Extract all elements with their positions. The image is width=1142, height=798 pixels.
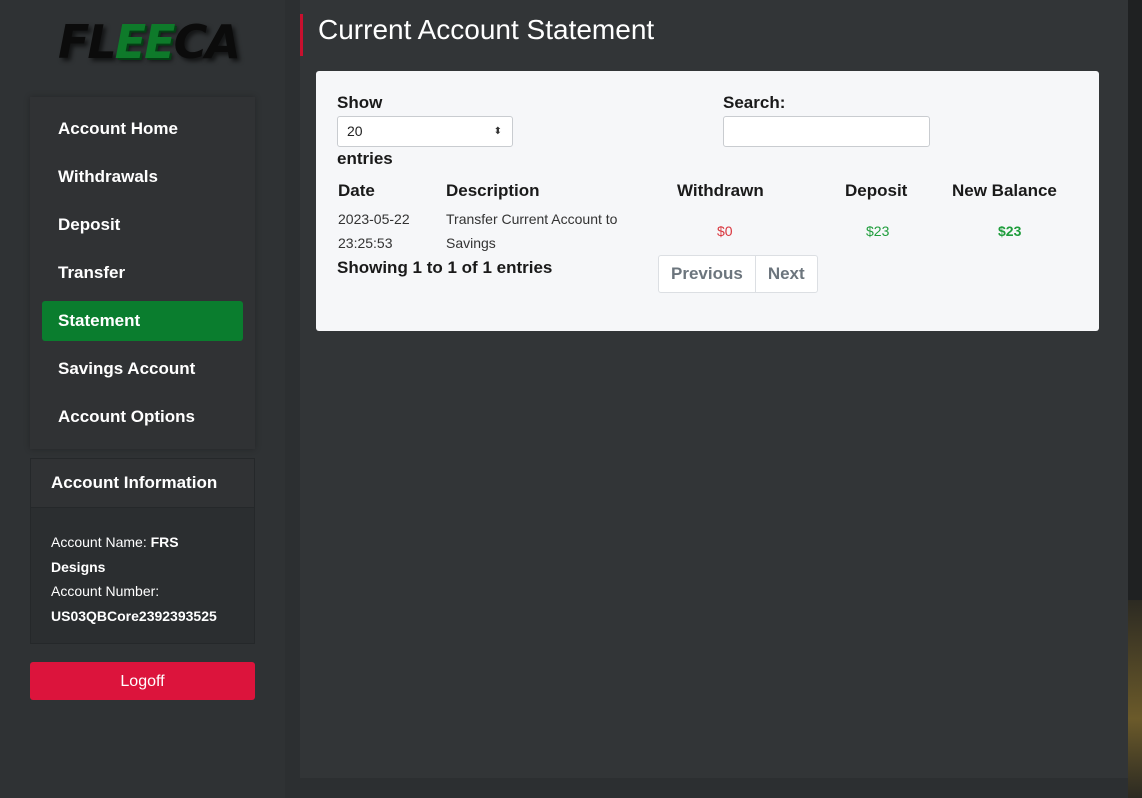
account-name-label: Account Name: [51,534,147,550]
sidebar-item-transfer[interactable]: Transfer [42,253,243,293]
account-name-value-2: Designs [51,558,106,575]
column-header-new-balance[interactable]: New Balance [952,181,1057,201]
row-date-time: 23:25:53 [338,235,393,251]
select-arrows-icon: ⬍ [493,126,502,137]
account-information-title: Account Information [31,459,254,508]
sidebar-item-statement[interactable]: Statement [42,301,243,341]
logoff-button[interactable]: Logoff [30,662,255,700]
page-size-value: 20 [347,123,363,139]
sidebar-item-account-options[interactable]: Account Options [42,397,243,437]
sidebar-item-deposit[interactable]: Deposit [42,205,243,245]
row-description: Transfer Current Account to Savings [446,207,617,255]
sidebar-nav: Account Home Withdrawals Deposit Transfe… [30,97,255,449]
account-information-panel: Account Information Account Name: FRS De… [30,458,255,644]
sidebar: FLEECA Account Home Withdrawals Deposit … [0,0,285,798]
row-date: 2023-05-22 23:25:53 [338,207,410,255]
row-description-line-1: Transfer Current Account to [446,211,618,227]
pagination: Previous Next [658,255,818,293]
row-date-day: 2023-05-22 [338,211,410,227]
row-deposit: $23 [866,223,890,239]
account-name-value-1: FRS [150,534,179,550]
row-description-line-2: Savings [446,235,496,251]
entries-label: entries [337,149,393,168]
account-information-body: Account Name: FRS Designs Account Number… [31,508,254,628]
row-new-balance: $23 [998,223,1022,239]
column-header-deposit[interactable]: Deposit [845,181,907,201]
statement-card: Show 20 ⬍ entries Search: Date Descripti… [316,71,1099,331]
fleeca-logo: FLEECA [58,14,241,74]
column-header-description[interactable]: Description [446,181,540,201]
column-header-date[interactable]: Date [338,181,375,201]
column-header-withdrawn[interactable]: Withdrawn [677,181,764,201]
sidebar-item-withdrawals[interactable]: Withdrawals [42,157,243,197]
page-size-select[interactable]: 20 ⬍ [337,116,513,147]
show-label: Show [337,93,383,112]
previous-page-button[interactable]: Previous [659,256,755,292]
logo-part-ee: EE [114,15,176,69]
sidebar-item-savings-account[interactable]: Savings Account [42,349,243,389]
logo-part-fl: FL [58,15,117,69]
title-accent-bar [300,14,303,56]
next-page-button[interactable]: Next [754,256,817,292]
page-title: Current Account Statement [318,14,655,45]
sidebar-item-account-home[interactable]: Account Home [42,109,243,149]
search-label: Search: [723,93,786,112]
background-glow [1128,600,1142,798]
row-withdrawn: $0 [717,223,733,239]
account-number-value: US03QBCore2392393525 [51,607,217,624]
logo-part-ca: CA [173,15,241,69]
table-info: Showing 1 to 1 of 1 entries [337,258,553,277]
search-input[interactable] [723,116,930,147]
account-number-label: Account Number: [51,583,160,599]
background-edge [1128,0,1142,798]
